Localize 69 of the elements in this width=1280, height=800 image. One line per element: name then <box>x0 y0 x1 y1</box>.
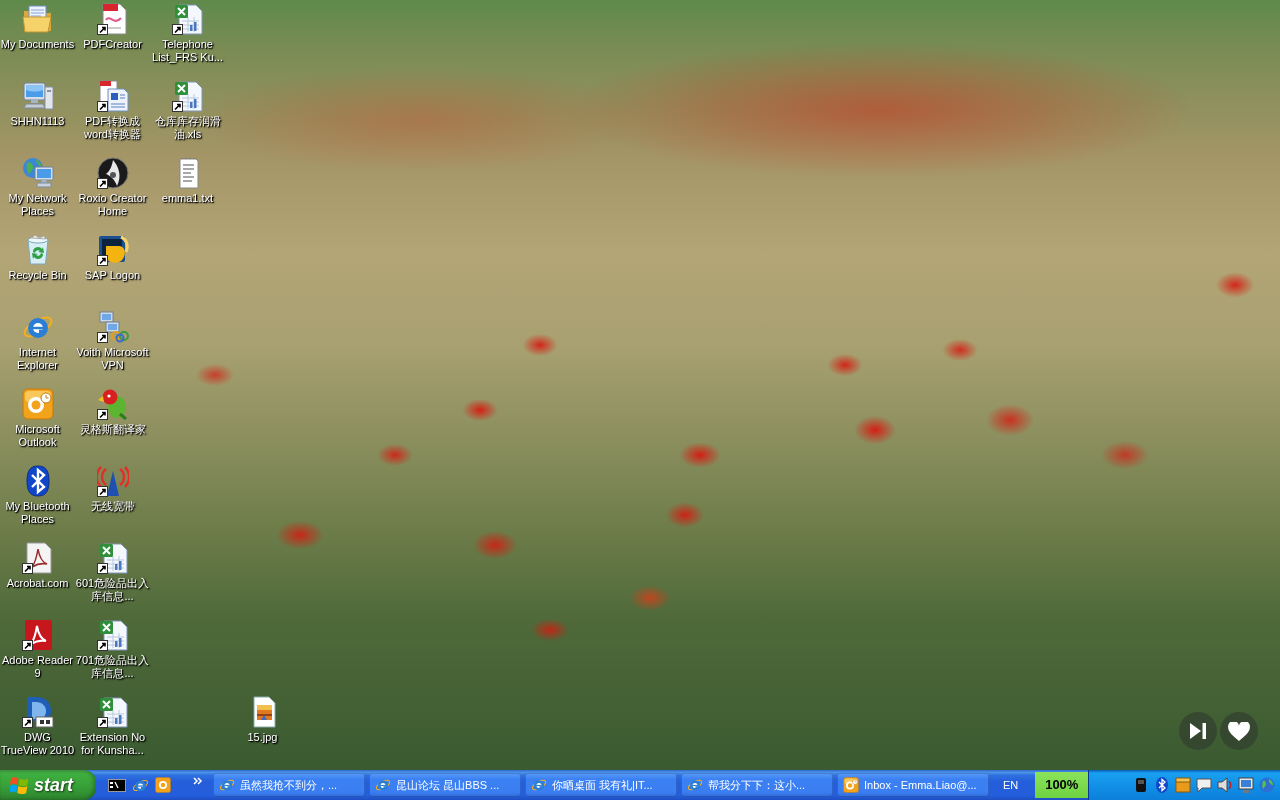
folder-icon[interactable] <box>21 3 54 35</box>
icon-label[interactable]: 灵格斯翻译家 <box>79 423 146 436</box>
pdf-document-icon[interactable] <box>96 3 129 35</box>
icon-label[interactable]: My Documents <box>0 38 75 51</box>
icon-label[interactable]: Microsoft Outlook <box>0 423 75 449</box>
spreadsheet-icon[interactable] <box>96 696 129 728</box>
parrot-icon[interactable] <box>96 388 129 420</box>
browser-icon <box>687 777 703 793</box>
document-icon[interactable] <box>21 542 54 574</box>
icon-label[interactable]: Extension No for Kunsha... <box>75 731 150 757</box>
mail-icon <box>843 777 859 793</box>
flag-icon <box>10 776 29 794</box>
browser-icon <box>531 777 547 793</box>
network-computers-icon[interactable] <box>96 311 129 343</box>
spreadsheet-icon[interactable] <box>96 619 129 651</box>
icon-label[interactable]: Telephone List_FRS Ku... <box>150 38 225 64</box>
percent-indicator[interactable]: 100% <box>1035 772 1089 798</box>
spreadsheet-icon[interactable] <box>171 80 204 112</box>
icon-label[interactable]: SAP Logon <box>84 269 141 282</box>
skip-next-icon <box>1190 723 1206 739</box>
like-button[interactable] <box>1220 712 1258 750</box>
icon-label[interactable]: PDFCreator <box>83 38 142 51</box>
icon-label[interactable]: emma1.txt <box>161 192 214 205</box>
console-icon[interactable] <box>108 778 126 792</box>
next-button[interactable] <box>1179 712 1217 750</box>
taskbar-button[interactable]: Inbox - Emma.Liao@... <box>837 773 989 797</box>
computer-icon[interactable] <box>21 80 54 112</box>
icon-label[interactable]: Adobe Reader 9 <box>0 654 75 680</box>
icon-label[interactable]: Acrobat.com <box>6 577 69 590</box>
chat-icon[interactable] <box>1196 777 1213 793</box>
icon-label[interactable]: SHHN1113 <box>10 115 65 128</box>
icon-label[interactable]: Voith Microsoft VPN <box>75 346 150 372</box>
icon-label[interactable]: 无线宽带 <box>90 500 135 513</box>
icon-label[interactable]: 仓库库存润滑油.xls <box>150 115 225 141</box>
language-indicator[interactable]: EN <box>1003 776 1019 794</box>
heart-icon <box>1228 721 1250 741</box>
taskbar-button[interactable]: 虽然我抢不到分，... <box>213 773 365 797</box>
taskbar-button[interactable]: 昆山论坛 昆山BBS ... <box>369 773 521 797</box>
icon-label[interactable]: 701危险品出入库信息... <box>75 654 150 680</box>
disc-icon[interactable] <box>96 157 129 189</box>
taskbar-button[interactable]: 帮我分下下：这小... <box>681 773 833 797</box>
icon-label[interactable]: 15.jpg <box>247 731 278 744</box>
globe-computer-icon[interactable] <box>21 157 54 189</box>
mail-icon[interactable] <box>155 777 171 793</box>
taskbar-button[interactable]: 你晒桌面 我有礼|IT... <box>525 773 677 797</box>
icon-label[interactable]: My Bluetooth Places <box>0 500 75 526</box>
browser-icon <box>375 777 391 793</box>
start-button[interactable]: start <box>0 770 96 800</box>
icon-label[interactable]: Internet Explorer <box>0 346 75 372</box>
cad-icon[interactable] <box>21 696 54 728</box>
icon-label[interactable]: PDF转换成word转换器 <box>75 115 150 141</box>
documents-icon[interactable] <box>96 80 129 112</box>
spreadsheet-icon[interactable] <box>171 3 204 35</box>
package-icon[interactable] <box>1175 777 1192 793</box>
icon-label[interactable]: My Network Places <box>0 192 75 218</box>
monitor-icon[interactable] <box>1238 777 1255 793</box>
spreadsheet-icon[interactable] <box>96 542 129 574</box>
mail-icon[interactable] <box>21 388 54 420</box>
browser-icon <box>219 777 235 793</box>
flame-square-icon[interactable] <box>96 234 129 266</box>
icon-label[interactable]: Recycle Bin <box>8 269 67 282</box>
antenna-icon[interactable] <box>96 465 129 497</box>
chevron-icon[interactable] <box>193 777 203 785</box>
icon-label[interactable]: DWG TrueView 2010 <box>0 731 75 757</box>
icon-label[interactable]: Roxio Creator Home <box>75 192 150 218</box>
icon-label[interactable]: 601危险品出入库信息... <box>75 577 150 603</box>
bluetooth-icon[interactable] <box>1154 777 1171 793</box>
speaker-icon[interactable] <box>1217 777 1234 793</box>
pdf-reader-icon[interactable] <box>21 619 54 651</box>
